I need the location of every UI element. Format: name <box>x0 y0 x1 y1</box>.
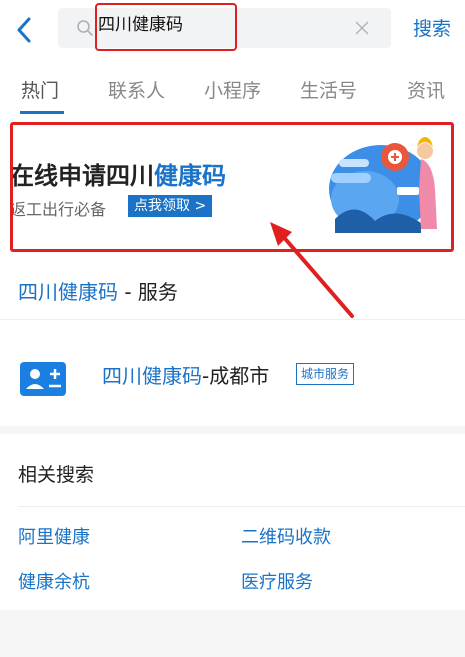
banner-annotation-box <box>10 122 454 252</box>
related-link-alihealth[interactable]: 阿里健康 <box>18 523 90 549</box>
city-service-highlight: 四川健康码 <box>102 364 202 388</box>
tab-contacts[interactable]: 联系人 <box>108 76 165 103</box>
related-searches: 相关搜索 阿里健康 二维码收款 健康余杭 医疗服务 <box>0 434 465 610</box>
divider <box>18 506 465 507</box>
service-heading[interactable]: 四川健康码 - 服务 <box>18 276 178 305</box>
divider <box>0 319 465 320</box>
city-service-title[interactable]: 四川健康码-成都市 <box>102 360 269 389</box>
service-heading-highlight: 四川健康码 <box>18 280 118 304</box>
chevron-left-icon <box>17 17 31 43</box>
service-section: 四川健康码 - 服务 四川健康码-成都市 城市服务 <box>0 264 465 426</box>
clear-icon[interactable] <box>354 20 370 36</box>
city-service-rest: -成都市 <box>202 364 270 388</box>
related-link-medical-service[interactable]: 医疗服务 <box>241 568 313 594</box>
search-button[interactable]: 搜索 <box>413 14 451 41</box>
city-service-badge: 城市服务 <box>296 363 355 385</box>
tab-hot[interactable]: 热门 <box>21 76 59 103</box>
contacts-add-icon <box>20 362 66 396</box>
category-tabs: 热门 联系人 小程序 生活号 资讯 <box>0 62 465 116</box>
active-tab-indicator <box>20 111 64 114</box>
top-bar: 四川健康码 搜索 <box>0 0 465 62</box>
search-icon <box>77 20 93 36</box>
service-heading-rest: - 服务 <box>118 280 178 304</box>
back-button[interactable] <box>10 14 38 46</box>
promo-banner[interactable]: 在线申请四川健康码 返工出行必备 点我领取 > <box>0 116 465 264</box>
tab-news[interactable]: 资讯 <box>407 76 445 103</box>
search-annotation-box <box>95 3 237 51</box>
related-heading: 相关搜索 <box>18 464 95 486</box>
tab-life-accounts[interactable]: 生活号 <box>300 76 357 103</box>
related-link-jiankang-yuhang[interactable]: 健康余杭 <box>18 568 90 594</box>
related-link-qr-payment[interactable]: 二维码收款 <box>241 523 331 549</box>
tab-mini-programs[interactable]: 小程序 <box>204 76 261 103</box>
